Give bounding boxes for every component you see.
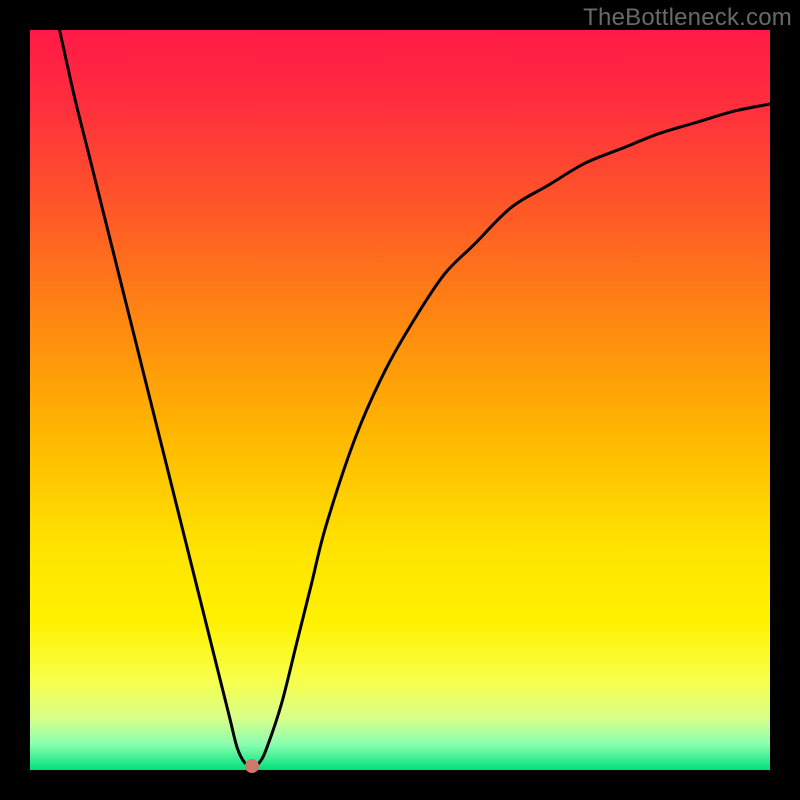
bottleneck-plot	[30, 30, 770, 770]
watermark-label: TheBottleneck.com	[583, 4, 792, 32]
optimal-point-marker	[245, 759, 259, 773]
gradient-background	[30, 30, 770, 770]
chart-frame	[30, 30, 770, 770]
